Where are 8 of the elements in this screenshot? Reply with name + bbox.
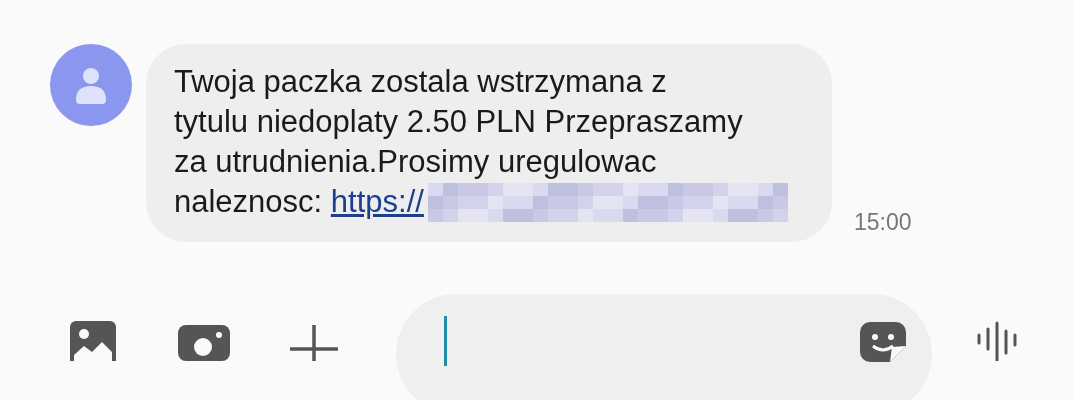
sticker-icon[interactable] xyxy=(860,322,906,362)
message-link[interactable]: https:// xyxy=(330,184,424,219)
camera-icon[interactable] xyxy=(178,325,230,361)
message-time: 15:00 xyxy=(854,209,912,236)
gallery-icon[interactable] xyxy=(70,321,116,361)
avatar-icon xyxy=(50,44,132,126)
add-icon[interactable] xyxy=(290,325,338,361)
message-text: Twoja paczka zostala wstrzymana z tytulu niedoplaty 2.50 PLN Przepraszamy za utrudnienia.Prosimy uregulowac naleznosc: https:// xyxy=(174,62,802,222)
